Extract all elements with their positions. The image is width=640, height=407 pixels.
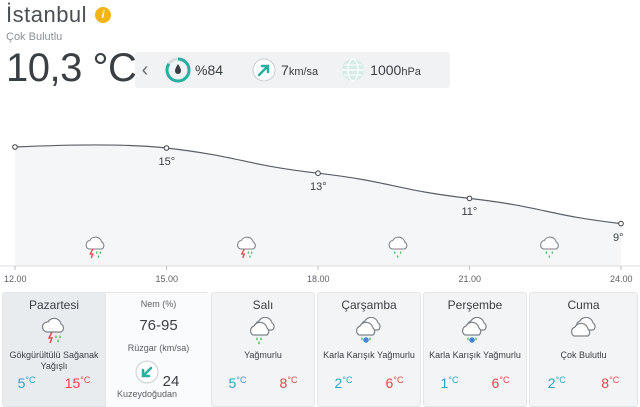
day-card-cuma[interactable]: Cuma Çok Bulutlu 2°C 8°C xyxy=(529,292,638,407)
humidity-stat: %84 xyxy=(165,57,223,83)
sleet-icon xyxy=(352,316,386,350)
current-condition: Çok Bulutlu xyxy=(6,31,63,43)
high-temp: 15 xyxy=(64,375,81,391)
hour-label: 24.00 xyxy=(610,274,633,284)
temperature-point[interactable] xyxy=(163,145,170,151)
day-card-sali[interactable]: Salı Yağmurlu 5°C 8°C xyxy=(211,292,315,407)
temperature-label: 13° xyxy=(310,181,327,194)
temperature-label: 9° xyxy=(613,231,624,244)
day-card-pazartesi[interactable]: Pazartesi Gökgürültülü Sağanak Yağışlı 5… xyxy=(2,292,211,407)
cloudy-icon xyxy=(567,316,601,346)
day-name: Perşembe xyxy=(447,298,503,312)
current-stats-bar: ‹ %84 7km/sa 1000hPa xyxy=(135,52,450,88)
chevron-left-icon[interactable]: ‹ xyxy=(135,52,155,88)
wind-value: 7 xyxy=(281,62,289,78)
pressure-unit: hPa xyxy=(401,66,421,78)
day-name: Çarşamba xyxy=(341,298,397,312)
day-desc-line2: Yağışlı xyxy=(40,361,68,371)
temperature-point[interactable] xyxy=(466,195,473,202)
humidity-range: 76-95 xyxy=(139,317,178,334)
temperature-label: 15° xyxy=(158,156,176,168)
thunderstorm-rain-icon xyxy=(39,317,69,350)
rain-icon xyxy=(246,316,280,350)
wind-direction-icon xyxy=(252,58,276,82)
day-card-carsamba[interactable]: Çarşamba Karla Karışık Yağmurlu 2°C 6°C xyxy=(317,292,421,407)
hour-label: 21.00 xyxy=(458,274,482,284)
day-name: Salı xyxy=(252,298,274,312)
current-temperature: 10,3 °C xyxy=(6,46,137,90)
day-name: Cuma xyxy=(567,298,600,312)
temperature-point[interactable] xyxy=(12,144,18,150)
pressure-stat: 1000hPa xyxy=(340,57,421,83)
hour-label: 18.00 xyxy=(307,274,330,284)
daily-forecast: Pazartesi Gökgürültülü Sağanak Yağışlı 5… xyxy=(0,292,640,407)
humidity-label: Nem (%) xyxy=(140,299,177,309)
humidity-ring-icon xyxy=(165,57,191,83)
sleet-icon xyxy=(458,316,492,350)
wind-direction: Kuzeydoğudan xyxy=(116,389,178,399)
wind-speed: 24 xyxy=(162,373,180,390)
day-name: Pazartesi xyxy=(28,298,80,312)
high-temp: 8 xyxy=(601,375,610,391)
day-desc: Karla Karışık Yağmurlu xyxy=(429,350,521,360)
hourly-temperature-chart: 12.00 15° 15.00 13° 18.00 11° 21.00 9° 24.00 xyxy=(0,118,640,293)
day-desc-line1: Gökgürültülü Sağanak xyxy=(9,350,99,360)
chart-svg xyxy=(0,144,640,270)
wind-unit: km/sa xyxy=(288,66,319,78)
day-desc: Çok Bulutlu xyxy=(560,350,607,360)
hour-label: 15.00 xyxy=(155,274,179,284)
pressure-value: 1000 xyxy=(370,62,402,78)
wind-stat: 7km/sa xyxy=(251,57,318,83)
hour-label: 12.00 xyxy=(4,274,27,284)
city-name: İstanbul xyxy=(6,2,88,27)
globe-icon xyxy=(342,58,365,82)
day-detail-panel: Nem (%) 76-95 Rüzgar (km/sa) 24 Kuzeydoğ… xyxy=(105,293,211,407)
temperature-point[interactable] xyxy=(618,220,624,227)
temperature-label: 11° xyxy=(461,206,478,219)
chart-area-fill xyxy=(15,144,621,266)
info-badge-icon[interactable]: i xyxy=(95,7,112,23)
temperature-point[interactable] xyxy=(315,170,321,177)
humidity-value: %84 xyxy=(195,62,224,78)
day-desc: Karla Karışık Yağmurlu xyxy=(323,350,415,360)
day-card-persembe[interactable]: Perşembe Karla Karışık Yağmurlu 1°C 6°C xyxy=(423,292,527,407)
day-desc: Yağmurlu xyxy=(244,350,282,360)
wind-label: Rüzgar (km/sa) xyxy=(127,343,190,353)
city-header: İstanbul i xyxy=(6,2,112,28)
low-temp: 2 xyxy=(547,375,556,391)
